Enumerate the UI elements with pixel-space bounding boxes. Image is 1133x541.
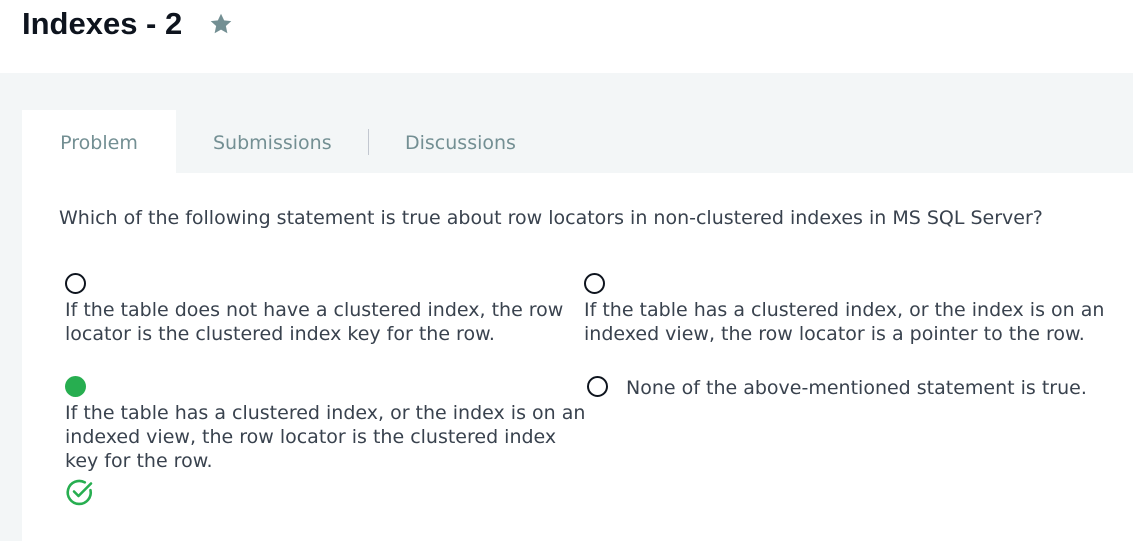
answer-option-2[interactable]: If the table has a clustered index, or t… xyxy=(584,273,1114,346)
star-icon[interactable] xyxy=(207,11,235,37)
radio-selected-icon[interactable] xyxy=(65,376,86,397)
radio-unselected-icon[interactable] xyxy=(587,376,608,397)
tab-divider xyxy=(368,129,369,155)
option-label: If the table has a clustered index, or t… xyxy=(65,402,586,472)
problem-panel: Which of the following statement is true… xyxy=(22,173,1133,541)
tab-bar: Problem Submissions Discussions xyxy=(22,110,1133,173)
tab-discussions[interactable]: Discussions xyxy=(405,110,516,173)
page-header: Indexes - 2 xyxy=(0,0,1133,73)
radio-unselected-icon[interactable] xyxy=(65,273,86,294)
tab-submissions[interactable]: Submissions xyxy=(213,110,332,173)
radio-unselected-icon[interactable] xyxy=(584,273,605,294)
question-text: Which of the following statement is true… xyxy=(59,207,1043,229)
option-label: If the table does not have a clustered i… xyxy=(65,299,564,345)
tab-problem[interactable]: Problem xyxy=(22,110,176,173)
option-label: None of the above-mentioned statement is… xyxy=(626,377,1087,399)
correct-check-icon xyxy=(66,479,93,506)
answer-option-3[interactable]: If the table has a clustered index, or t… xyxy=(65,376,595,507)
answer-option-4[interactable]: None of the above-mentioned statement is… xyxy=(587,376,1117,400)
option-label: If the table has a clustered index, or t… xyxy=(584,299,1105,345)
page-title: Indexes - 2 xyxy=(22,6,183,41)
answer-option-1[interactable]: If the table does not have a clustered i… xyxy=(65,273,565,346)
